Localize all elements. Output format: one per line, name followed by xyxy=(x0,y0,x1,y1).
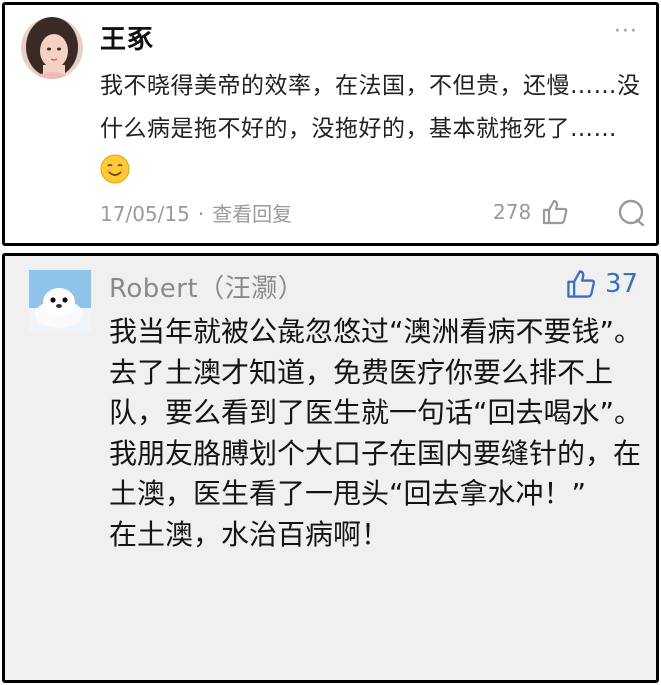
username[interactable]: 王豖 xyxy=(100,19,154,56)
comment-card-2: Robert（汪灏） 37 我当年就被公彘忽悠过“澳洲看病不要钱”。去了土澳才知… xyxy=(2,253,659,683)
thumbs-up-icon xyxy=(543,199,568,225)
avatar[interactable] xyxy=(29,270,91,332)
comment-text-body: 我不晓得美帝的效率，在法国，不但贵，还慢……没什么病是拖不好的，没拖好的，基本就… xyxy=(100,73,641,142)
comment-bubble-icon[interactable] xyxy=(616,198,646,228)
thumbs-up-icon xyxy=(567,270,595,298)
more-icon[interactable]: ··· xyxy=(614,21,638,43)
like-count: 37 xyxy=(605,269,639,299)
meta-separator: · xyxy=(197,202,205,226)
comment-meta: 17/05/15 · 查看回复 xyxy=(100,198,292,227)
like-button[interactable]: 37 xyxy=(565,268,638,300)
view-replies-link[interactable]: 查看回复 xyxy=(212,202,292,226)
like-button[interactable]: 278 xyxy=(493,198,569,226)
comment-text: 我当年就被公彘忽悠过“澳洲看病不要钱”。去了土澳才知道，免费医疗你要么排不上队，… xyxy=(109,315,643,551)
username[interactable]: Robert（汪灏） xyxy=(109,268,304,305)
comment-text: 我不晓得美帝的效率，在法国，不但贵，还慢……没什么病是拖不好的，没拖好的，基本就… xyxy=(100,65,645,194)
timestamp: 17/05/15 xyxy=(100,202,190,226)
comment-card-1: 王豖 ··· 我不晓得美帝的效率，在法国，不但贵，还慢……没什么病是拖不好的，没… xyxy=(2,2,659,246)
like-count: 278 xyxy=(493,200,532,224)
avatar[interactable] xyxy=(21,17,83,79)
smiling-face-emoji-icon xyxy=(100,154,130,184)
